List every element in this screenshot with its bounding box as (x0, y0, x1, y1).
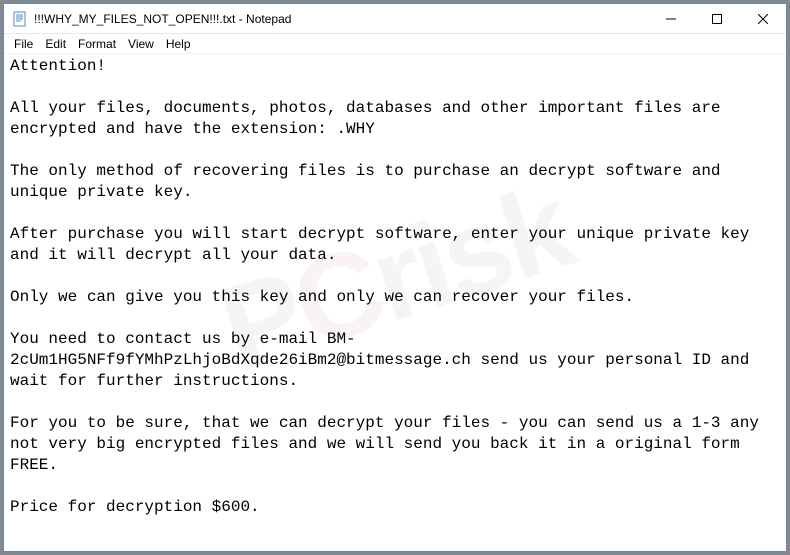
menu-edit[interactable]: Edit (39, 37, 72, 51)
notepad-app-icon (12, 11, 28, 27)
notepad-window: !!!WHY_MY_FILES_NOT_OPEN!!!.txt - Notepa… (3, 3, 787, 552)
menu-view[interactable]: View (122, 37, 160, 51)
close-button[interactable] (740, 4, 786, 34)
menu-file[interactable]: File (8, 37, 39, 51)
window-title: !!!WHY_MY_FILES_NOT_OPEN!!!.txt - Notepa… (34, 12, 291, 26)
menubar: File Edit Format View Help (4, 34, 786, 54)
text-area[interactable]: Attention! All your files, documents, ph… (4, 54, 786, 551)
maximize-button[interactable] (694, 4, 740, 34)
titlebar[interactable]: !!!WHY_MY_FILES_NOT_OPEN!!!.txt - Notepa… (4, 4, 786, 34)
minimize-button[interactable] (648, 4, 694, 34)
menu-help[interactable]: Help (160, 37, 197, 51)
menu-format[interactable]: Format (72, 37, 122, 51)
